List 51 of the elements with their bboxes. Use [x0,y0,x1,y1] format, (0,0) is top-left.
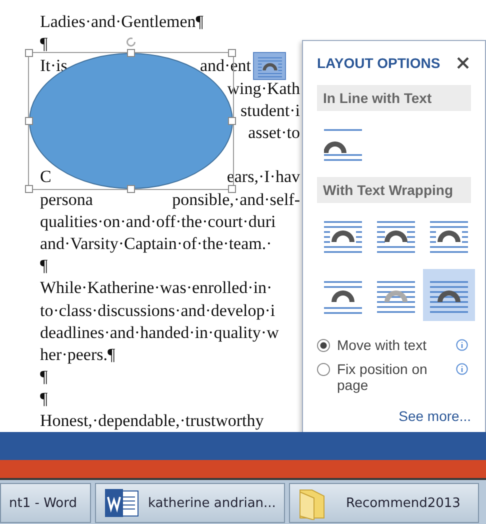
taskbar-label: katherine andrian... [148,496,276,510]
section-heading: In Line with Text [317,85,471,111]
close-icon [455,55,471,71]
taskbar-button[interactable]: nt1 - Word [0,483,91,523]
taskbar-label: nt1 - Word [9,496,77,510]
resize-handle[interactable] [25,117,33,125]
document-text: ¶ [40,391,48,408]
close-button[interactable] [455,55,471,71]
document-text: C [40,169,52,186]
rotate-handle-icon[interactable] [125,36,137,48]
resize-handle[interactable] [25,49,33,57]
document-text: ¶ [40,369,48,386]
panel-title: LAYOUT OPTIONS [317,55,440,71]
document-app-icon [104,488,140,518]
resize-handle[interactable] [25,185,33,193]
document-text: persona [40,192,93,208]
document-text: asset·to [248,125,300,142]
document-text: to·class·discussions·and·develop·i [40,302,276,319]
radio-button[interactable] [317,363,330,376]
radio-button[interactable] [317,339,330,352]
radio-label: Fix position on page [337,361,428,393]
document-text: ears,·I·hav [226,169,300,186]
resize-handle[interactable] [228,117,236,125]
info-icon[interactable] [456,339,468,351]
resize-handle[interactable] [127,185,135,193]
document-text: student·i [240,102,300,119]
section-heading: With Text Wrapping [317,177,471,203]
wrap-option[interactable] [423,269,475,321]
taskbar-label: Recommend2013 [346,496,460,510]
document-text: and·Varsity·Captain·of·the·team.· [40,236,272,252]
document-text: Ladies·and·Gentlemen¶ [40,14,204,30]
document-text: deadlines·and·handed·in·quality·w [40,324,279,341]
see-more-link[interactable]: See more... [398,408,471,424]
document-text: It·is [40,58,68,74]
radio-label: Move with text [337,337,428,353]
document-text: While·Katherine·was·enrolled·in· [40,280,272,296]
document-text: ponsible,·and·self- [172,192,300,208]
document-text: ¶ [40,36,48,52]
taskbar-button[interactable]: Recommend2013 [289,483,479,523]
resize-handle[interactable] [228,49,236,57]
document-text: wing·Kath [227,80,300,97]
info-icon[interactable] [456,363,468,375]
taskbar-button[interactable]: katherine andrian... [95,483,285,523]
document-text: her·peers.¶ [40,346,116,363]
resize-handle[interactable] [127,49,135,57]
document-text: qualities·on·and·off·the·court·duri [40,214,276,230]
document-text: ¶ [40,258,48,274]
layout-options-button[interactable] [253,52,286,80]
document-text: and·ent [200,58,251,74]
document-text: Honest,·dependable,·trustworthy [40,413,264,430]
resize-handle[interactable] [228,185,236,193]
